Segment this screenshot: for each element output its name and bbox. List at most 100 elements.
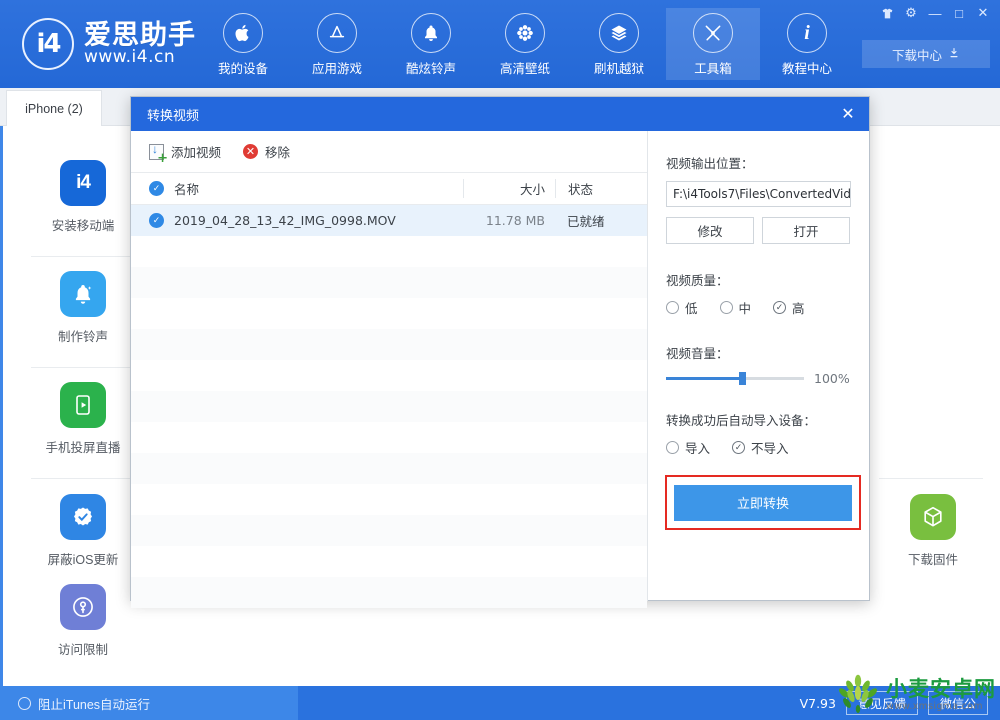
convert-now-button[interactable]: 立即转换 [674, 484, 852, 521]
list-item [131, 422, 647, 453]
bell-icon [411, 13, 451, 53]
brand-title: 爱思助手 [84, 19, 196, 50]
add-video-button[interactable]: 添加视频 [149, 142, 222, 165]
tool-download-firmware[interactable]: 下载固件 [873, 494, 993, 568]
add-video-label: 添加视频 [171, 146, 222, 160]
tool-access-restriction[interactable]: 访问限制 [23, 584, 143, 658]
version-label: V7.93 [799, 695, 836, 711]
list-item [131, 298, 647, 329]
application-window: i4 爱思助手 www.i4.cn 我的设备 应用游戏 酷炫铃声 高清壁纸 刷机… [0, 0, 1000, 720]
watermark-url: www.xmsigma.com [886, 701, 983, 713]
volume-slider-handle[interactable] [738, 372, 746, 385]
quality-option-low[interactable]: 低 [666, 298, 698, 317]
tool-install-mobile-client[interactable]: i4 安装移动端 [23, 160, 143, 234]
list-item [131, 329, 647, 360]
file-size: 11.78 MB [485, 213, 545, 228]
dialog-body: 添加视频 ✕ 移除 ✓ 名称 大小 状态 [131, 131, 869, 608]
tool-screen-mirroring[interactable]: 手机投屏直播 [23, 382, 143, 456]
radio-checked-icon: ✓ [773, 301, 787, 314]
nav-item-ringtones[interactable]: 酷炫铃声 [384, 8, 478, 80]
restriction-key-icon [60, 584, 106, 630]
remove-label: 移除 [265, 146, 291, 160]
file-status: 已就绪 [567, 215, 605, 229]
volume-value: 100% [814, 371, 850, 386]
modify-path-button[interactable]: 修改 [666, 217, 754, 244]
download-center-button[interactable]: 下载中心 [862, 40, 990, 68]
output-location-label: 视频输出位置： [666, 157, 754, 171]
box-open-icon [599, 13, 639, 53]
top-banner: i4 爱思助手 www.i4.cn 我的设备 应用游戏 酷炫铃声 高清壁纸 刷机… [0, 0, 1000, 88]
tool-label: 制作铃声 [57, 330, 108, 344]
tool-make-ringtone[interactable]: 制作铃声 [23, 271, 143, 345]
volume-slider-fill [666, 377, 742, 380]
i4-logo-icon: i4 [22, 18, 74, 70]
auto-import-option-yes[interactable]: 导入 [666, 438, 710, 457]
download-arrow-icon [948, 47, 960, 62]
volume-slider[interactable] [666, 372, 804, 385]
column-size: 大小 [463, 179, 555, 198]
volume-slider-wrap: 100% [666, 371, 851, 386]
toggle-circle-icon [18, 696, 31, 710]
video-quality-label: 视频质量： [666, 274, 729, 288]
nav-label: 我的设备 [217, 62, 268, 76]
flower-icon [505, 13, 545, 53]
auto-import-option-label: 不导入 [751, 442, 789, 456]
video-quality-options: 低 中 ✓ 高 [666, 298, 851, 317]
table-row[interactable]: ✓ 2019_04_28_13_42_IMG_0998.MOV 11.78 MB… [131, 205, 647, 236]
list-item [131, 453, 647, 484]
nav-item-apps-games[interactable]: 应用游戏 [290, 8, 384, 80]
firmware-box-icon [910, 494, 956, 540]
file-name-cell: ✓ 2019_04_28_13_42_IMG_0998.MOV [131, 213, 463, 228]
auto-import-option-no[interactable]: ✓ 不导入 [732, 438, 789, 457]
list-item [131, 546, 647, 577]
auto-import-option-label: 导入 [685, 442, 711, 456]
nav-item-my-device[interactable]: 我的设备 [196, 8, 290, 80]
tool-block-ios-update[interactable]: 屏蔽iOS更新 [23, 494, 143, 568]
dialog-close-icon[interactable]: ✕ [827, 97, 869, 131]
tab-iphone-device[interactable]: iPhone (2) [6, 90, 102, 126]
list-item [131, 236, 647, 267]
quality-label: 中 [738, 302, 752, 316]
divider [31, 478, 135, 479]
quality-option-medium[interactable]: 中 [719, 298, 752, 317]
close-icon[interactable]: ✕ [972, 2, 994, 24]
auto-import-label: 转换成功后自动导入设备： [666, 414, 817, 428]
radio-icon [666, 301, 679, 314]
radio-checked-icon: ✓ [732, 441, 746, 454]
tool-label: 安装移动端 [51, 219, 115, 233]
wheat-logo-icon [836, 673, 880, 718]
nav-item-flash-jailbreak[interactable]: 刷机越狱 [572, 8, 666, 80]
convert-video-dialog: 转换视频 ✕ 添加视频 ✕ 移除 ✓ [130, 96, 870, 608]
dialog-title-bar: 转换视频 ✕ [131, 97, 869, 131]
select-all-checkbox[interactable]: ✓ [149, 181, 164, 196]
nav-item-wallpapers[interactable]: 高清壁纸 [478, 8, 572, 80]
settings-panel: 视频输出位置： F:\i4Tools7\Files\ConvertedVid 修… [648, 131, 869, 601]
radio-icon [666, 441, 679, 454]
i4-app-icon: i4 [60, 160, 106, 206]
settings-gear-icon[interactable]: ⚙ [900, 2, 922, 24]
file-toolbar: 添加视频 ✕ 移除 [131, 131, 647, 173]
nav-item-toolbox[interactable]: 工具箱 [666, 8, 760, 80]
screen-cast-icon [60, 382, 106, 428]
quality-option-high[interactable]: ✓ 高 [773, 298, 805, 317]
radio-icon [719, 301, 733, 314]
nav-label: 教程中心 [781, 62, 832, 76]
site-watermark: 小麦安卓网 www.xmsigma.com [836, 673, 996, 718]
ringtone-bell-icon [60, 271, 106, 317]
list-item [131, 267, 647, 298]
maximize-icon[interactable]: □ [948, 2, 970, 24]
download-center-label: 下载中心 [891, 48, 942, 63]
tools-icon [693, 13, 733, 53]
watermark-title: 小麦安卓网 [886, 678, 996, 702]
block-itunes-toggle[interactable]: 阻止iTunes自动运行 [0, 686, 298, 720]
nav-item-tutorials[interactable]: i 教程中心 [760, 8, 854, 80]
minimize-icon[interactable]: — [924, 2, 946, 24]
tool-label: 屏蔽iOS更新 [47, 553, 119, 567]
open-path-button[interactable]: 打开 [762, 217, 850, 244]
row-checkbox[interactable]: ✓ [149, 213, 164, 228]
remove-button[interactable]: ✕ 移除 [243, 142, 290, 161]
quality-label: 低 [685, 302, 698, 316]
nav-label: 应用游戏 [311, 62, 362, 76]
skin-icon[interactable] [876, 2, 898, 24]
output-path-input[interactable]: F:\i4Tools7\Files\ConvertedVid [666, 181, 851, 207]
